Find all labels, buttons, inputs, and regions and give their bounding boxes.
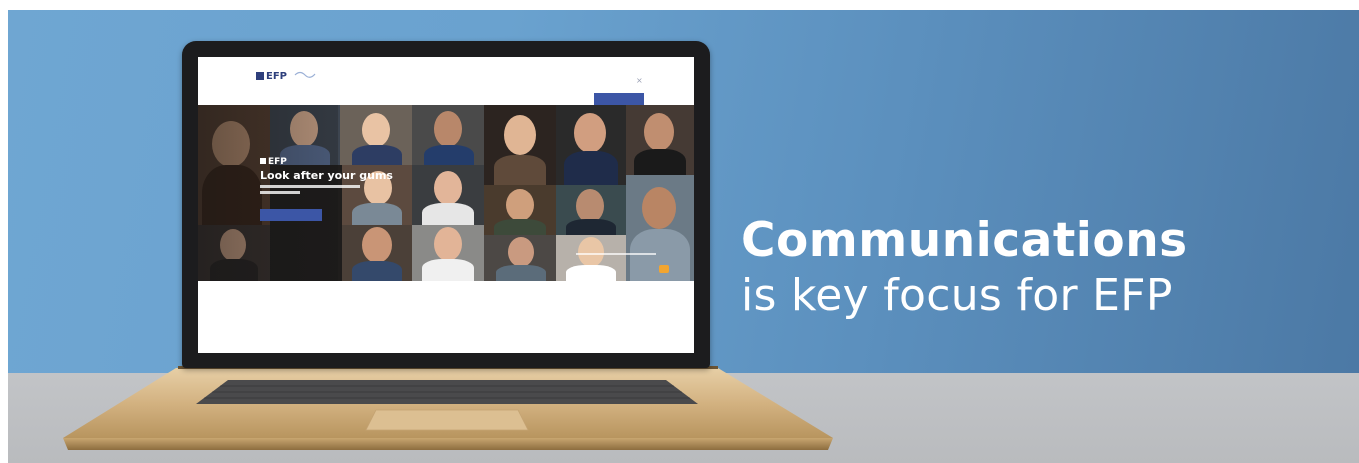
hero-badge xyxy=(659,265,669,273)
photo-tile xyxy=(340,105,412,165)
headline-title: Communications xyxy=(741,213,1188,268)
hero-cta-button[interactable] xyxy=(260,209,322,221)
efp-logo-icon xyxy=(260,158,266,164)
hero-title: Look after your gums xyxy=(260,169,393,182)
hero-collage: EFP Look after your gums xyxy=(198,105,694,281)
hero-caption-line xyxy=(576,253,656,255)
photo-tile xyxy=(342,225,412,281)
hero-text-line xyxy=(260,191,300,194)
photo-tile xyxy=(556,105,626,185)
site-logo-text: EFP xyxy=(266,71,287,82)
laptop-lid: EFP × EFP Look after your gums xyxy=(182,41,710,368)
photo-tile xyxy=(484,235,556,281)
hero-logo-text: EFP xyxy=(268,157,287,167)
hero-text-line xyxy=(260,185,360,188)
site-logo[interactable]: EFP xyxy=(256,71,287,82)
laptop-screen: EFP × EFP Look after your gums xyxy=(198,57,694,353)
site-header: EFP × xyxy=(198,57,694,106)
headline: Communications is key focus for EFP xyxy=(741,215,1341,322)
logo-swoosh-icon xyxy=(294,71,316,78)
photo-tile xyxy=(556,235,626,281)
photo-tile xyxy=(412,165,484,225)
photo-tile xyxy=(626,105,694,175)
photo-tile xyxy=(484,185,556,235)
banner: EFP × EFP Look after your gums Communica… xyxy=(8,10,1359,463)
close-icon[interactable]: × xyxy=(636,76,643,85)
photo-tile xyxy=(412,105,484,165)
photo-tile xyxy=(412,225,484,281)
photo-tile xyxy=(556,185,626,235)
photo-tile xyxy=(484,105,556,185)
headline-subtitle: is key focus for EFP xyxy=(741,270,1173,321)
site-cta-button[interactable] xyxy=(594,93,644,105)
hero-logo: EFP xyxy=(260,157,287,167)
efp-logo-icon xyxy=(256,72,264,80)
laptop-base xyxy=(63,366,833,450)
